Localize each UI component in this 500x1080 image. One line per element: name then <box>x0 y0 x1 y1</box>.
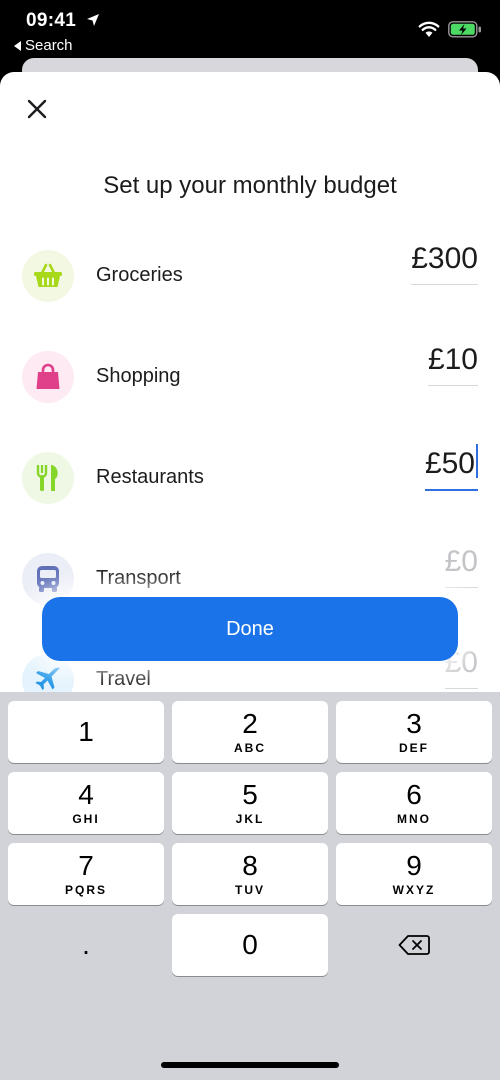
key-digit: 3 <box>406 708 422 739</box>
key-delete[interactable] <box>336 914 492 976</box>
amount-value: £10 <box>427 343 478 376</box>
backspace-icon <box>398 935 430 955</box>
amount-value: £50 <box>424 447 475 480</box>
wifi-icon <box>418 21 440 37</box>
location-arrow-icon <box>87 14 99 26</box>
basket-icon <box>34 263 62 287</box>
budget-row-shopping: Shopping £10 <box>0 343 500 431</box>
home-indicator[interactable] <box>161 1062 339 1068</box>
key-digit: 9 <box>406 850 422 881</box>
close-icon <box>27 99 47 119</box>
key-letters: GHI <box>72 812 100 826</box>
text-cursor <box>476 444 478 478</box>
cutlery-icon <box>36 465 58 491</box>
category-label: Travel <box>96 668 151 690</box>
key-decimal[interactable]: . <box>8 914 164 976</box>
key-digit: 7 <box>78 850 94 881</box>
budget-row-groceries: Groceries £300 <box>0 242 500 330</box>
amount-input-groceries[interactable]: £300 <box>411 242 478 285</box>
budget-row-restaurants: Restaurants £50 <box>0 444 500 532</box>
key-digit: 4 <box>78 779 94 810</box>
key-letters: JKL <box>235 812 265 826</box>
back-to-search-label: Search <box>25 37 73 54</box>
back-to-search-link[interactable]: Search <box>14 37 73 54</box>
key-digit: 0 <box>242 929 258 960</box>
shopping-bag-icon <box>36 363 60 389</box>
status-time: 09:41 <box>26 10 77 31</box>
key-3[interactable]: 3 DEF <box>336 701 492 763</box>
key-letters: DEF <box>399 741 429 755</box>
key-letters: ABC <box>234 741 266 755</box>
key-0[interactable]: 0 <box>172 914 328 976</box>
key-7[interactable]: 7 PQRS <box>8 843 164 905</box>
key-letters: MNO <box>397 812 431 826</box>
key-letters: WXYZ <box>392 883 436 897</box>
key-6[interactable]: 6 MNO <box>336 772 492 834</box>
shopping-icon-circle <box>22 351 74 403</box>
screen: 09:41 Search Set up your monthly budget <box>0 0 500 1080</box>
plane-icon <box>35 667 60 690</box>
category-label: Groceries <box>96 264 183 286</box>
key-5[interactable]: 5 JKL <box>172 772 328 834</box>
key-digit: 5 <box>242 779 258 810</box>
category-label: Transport <box>96 567 181 589</box>
category-label: Restaurants <box>96 466 204 488</box>
key-8[interactable]: 8 TUV <box>172 843 328 905</box>
key-digit: 2 <box>242 708 258 739</box>
key-letters: TUV <box>235 883 265 897</box>
key-digit: . <box>82 929 90 960</box>
amount-input-shopping[interactable]: £10 <box>427 343 478 386</box>
amount-value: £0 <box>444 545 478 578</box>
amount-input-restaurants[interactable]: £50 <box>424 444 478 491</box>
key-2[interactable]: 2 ABC <box>172 701 328 763</box>
amount-value: £300 <box>411 242 478 275</box>
key-digit: 8 <box>242 850 258 881</box>
key-digit: 6 <box>406 779 422 810</box>
numeric-keypad: 1 2 ABC 3 DEF 4 GHI 5 JKL 6 MNO 7 PQRS 8… <box>0 692 500 1080</box>
page-title: Set up your monthly budget <box>103 172 397 199</box>
amount-input-transport[interactable]: £0 <box>444 545 478 588</box>
close-button[interactable] <box>22 94 52 124</box>
battery-charging-icon <box>448 21 481 38</box>
key-4[interactable]: 4 GHI <box>8 772 164 834</box>
key-1[interactable]: 1 <box>8 701 164 763</box>
back-triangle-icon <box>14 40 21 51</box>
restaurants-icon-circle <box>22 452 74 504</box>
key-digit: 1 <box>78 716 94 747</box>
key-letters: PQRS <box>64 883 107 897</box>
bus-icon <box>37 566 59 592</box>
category-label: Shopping <box>96 365 181 387</box>
groceries-icon-circle <box>22 250 74 302</box>
done-button[interactable]: Done <box>42 597 458 661</box>
key-9[interactable]: 9 WXYZ <box>336 843 492 905</box>
